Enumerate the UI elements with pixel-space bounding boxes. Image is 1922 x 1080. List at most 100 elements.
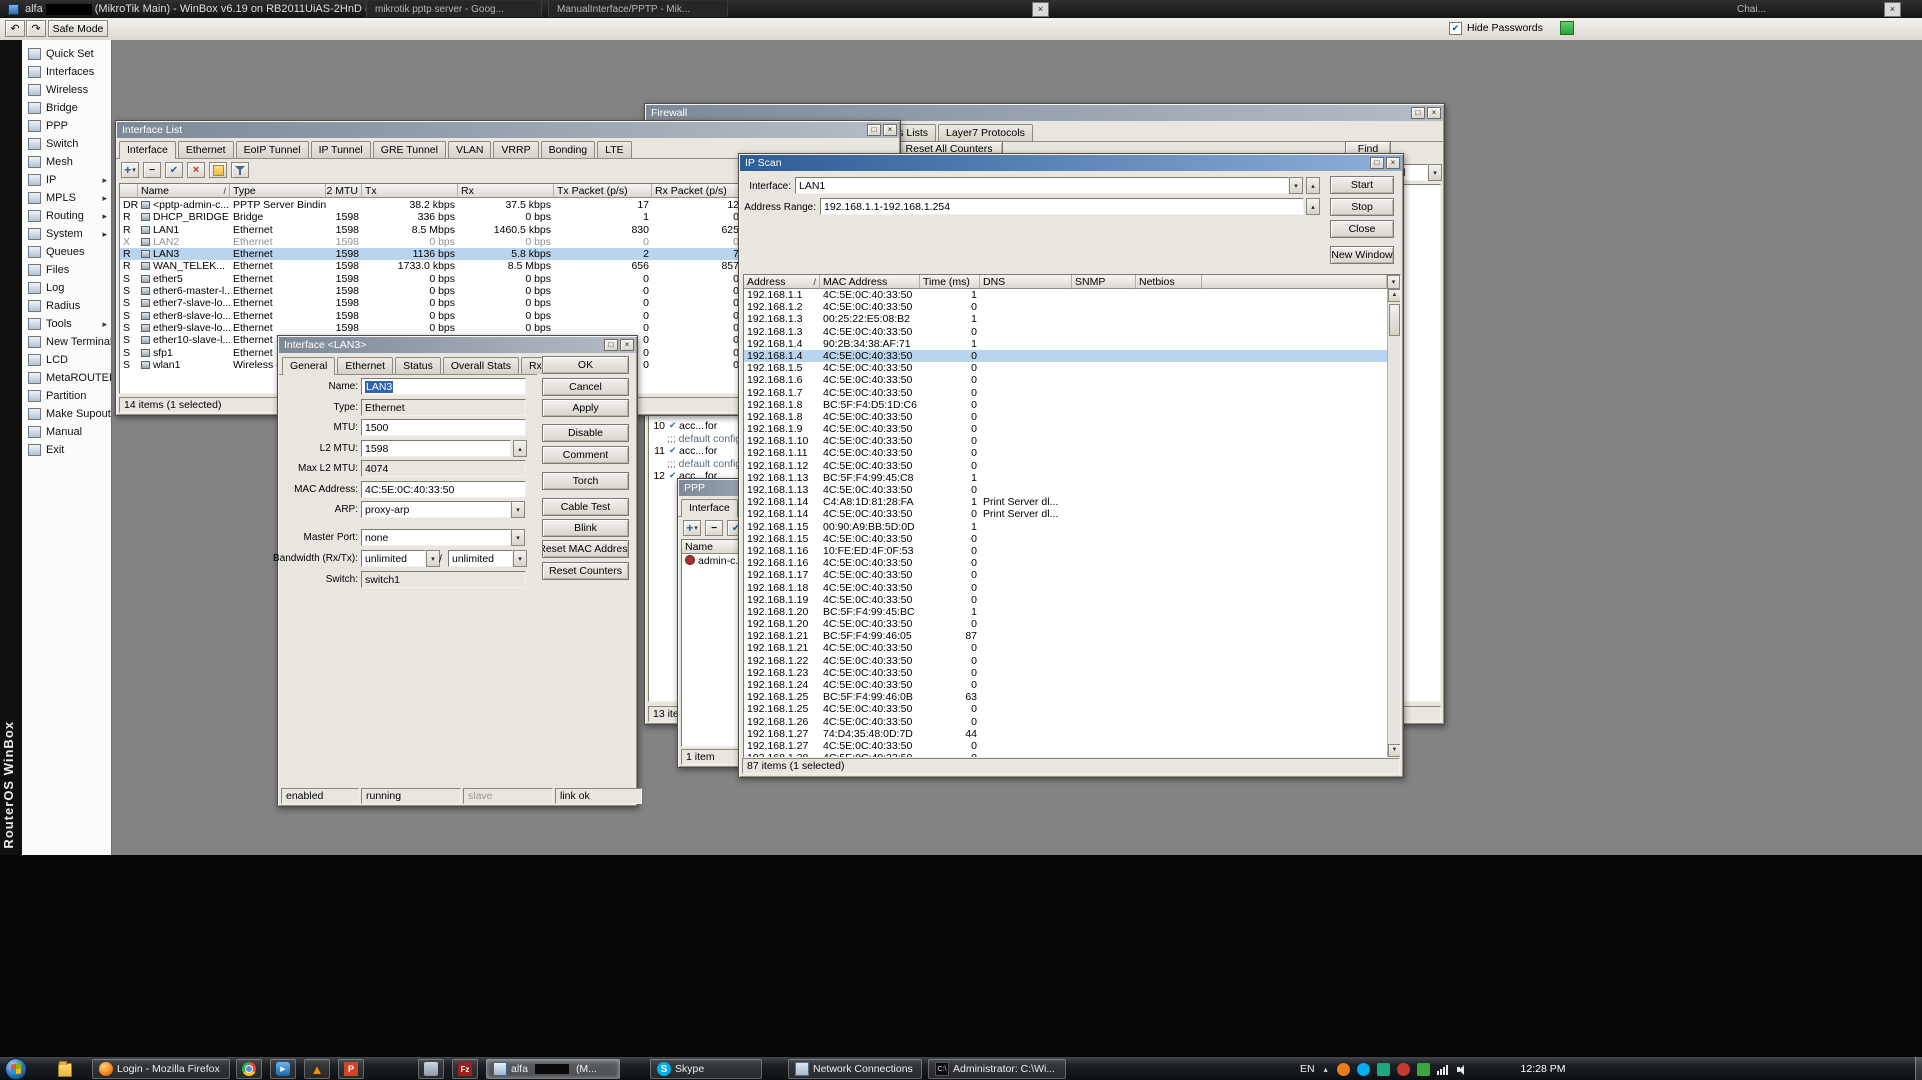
ip-scan-titlebar[interactable]: IP Scan □ ×: [740, 155, 1402, 171]
taskbar-button-office[interactable]: [338, 1059, 364, 1079]
scan-row[interactable]: 192.168.1.264C:5E:0C:40:33:500: [744, 716, 1387, 728]
column-header-name[interactable]: Name/: [138, 184, 230, 198]
interface-list-tab-lte[interactable]: LTE: [597, 141, 631, 158]
close-button[interactable]: ×: [883, 124, 897, 136]
close-icon[interactable]: ×: [1884, 2, 1901, 17]
scan-row[interactable]: 192.168.1.204C:5E:0C:40:33:500: [744, 618, 1387, 630]
close-button[interactable]: ×: [1427, 107, 1441, 119]
close-button[interactable]: Close: [1330, 220, 1394, 238]
scan-row[interactable]: 192.168.1.154C:5E:0C:40:33:500: [744, 533, 1387, 545]
scan-row[interactable]: 192.168.1.14C4:A8:1D:81:28:FA1Print Serv…: [744, 496, 1387, 508]
sidebar-item-log[interactable]: Log: [22, 279, 111, 297]
comment-button[interactable]: [209, 162, 227, 178]
show-desktop-button[interactable]: [1915, 1057, 1922, 1080]
column-header-tx[interactable]: Tx: [362, 184, 458, 198]
language-indicator[interactable]: EN: [1300, 1063, 1315, 1075]
taskbar-button-winbox[interactable]: alfa (M...: [486, 1059, 620, 1079]
bandwidth-rx-tx-field[interactable]: unlimited: [361, 550, 426, 567]
scan-row[interactable]: 192.168.1.194C:5E:0C:40:33:500: [744, 594, 1387, 606]
interface-list-tab-ip-tunnel[interactable]: IP Tunnel: [311, 141, 371, 158]
interface-dialog-tab-general[interactable]: General: [282, 357, 335, 375]
sidebar-item-interfaces[interactable]: Interfaces: [22, 63, 111, 81]
ok-button[interactable]: OK: [542, 356, 629, 374]
scan-row[interactable]: 192.168.1.114C:5E:0C:40:33:500: [744, 447, 1387, 459]
scan-row[interactable]: 192.168.1.1610:FE:ED:4F:0F:530: [744, 545, 1387, 557]
disable-button[interactable]: Disable: [542, 424, 629, 442]
column-header-time-ms[interactable]: Time (ms): [920, 275, 980, 289]
scan-row[interactable]: 192.168.1.44C:5E:0C:40:33:500: [744, 350, 1387, 362]
tab-close-icon[interactable]: ×: [1032, 2, 1049, 17]
bandwidth-rx-tx-field[interactable]: unlimited: [448, 550, 513, 567]
close-button[interactable]: ×: [620, 339, 634, 351]
interface-dialog-tab-status[interactable]: Status: [395, 357, 441, 374]
scan-row[interactable]: 192.168.1.104C:5E:0C:40:33:500: [744, 435, 1387, 447]
sidebar-item-switch[interactable]: Switch: [22, 135, 111, 153]
taskbar-button-chrome[interactable]: [236, 1059, 262, 1079]
disable-button[interactable]: ×: [187, 162, 205, 178]
stop-button[interactable]: Stop: [1330, 198, 1394, 216]
reset-counters-button[interactable]: Reset Counters: [542, 562, 629, 580]
interface-list-titlebar[interactable]: Interface List □ ×: [117, 122, 899, 138]
sidebar-item-mesh[interactable]: Mesh: [22, 153, 111, 171]
interface-list-tab-gre-tunnel[interactable]: GRE Tunnel: [373, 141, 446, 158]
scan-row[interactable]: 192.168.1.20BC:5F:F4:99:45:BC1: [744, 606, 1387, 618]
scan-row[interactable]: 192.168.1.284C:5E:0C:40:33:500: [744, 752, 1387, 757]
firewall-titlebar[interactable]: Firewall □ ×: [646, 105, 1443, 121]
column-header-rx-packet-p-s[interactable]: Rx Packet (p/s): [652, 184, 742, 198]
column-header-address[interactable]: Address/: [744, 275, 820, 289]
scan-row[interactable]: 192.168.1.14C:5E:0C:40:33:501: [744, 289, 1387, 301]
scan-row[interactable]: 192.168.1.274C:5E:0C:40:33:500: [744, 740, 1387, 752]
scrollbar-thumb[interactable]: [1389, 304, 1400, 336]
tray-icon-2[interactable]: [1377, 1063, 1390, 1076]
add-button[interactable]: +▾: [683, 520, 701, 536]
scan-row[interactable]: 192.168.1.94C:5E:0C:40:33:500: [744, 423, 1387, 435]
enable-button[interactable]: ✔: [165, 162, 183, 178]
maximize-button[interactable]: □: [604, 339, 618, 351]
scroll-up-button[interactable]: ▲: [1388, 289, 1401, 302]
sidebar-item-tools[interactable]: Tools▸: [22, 315, 111, 333]
bandwidth-rx-tx-dropdown-button[interactable]: ▾: [513, 550, 527, 567]
scan-row[interactable]: 192.168.1.25BC:5F:F4:99:46:0B63: [744, 691, 1387, 703]
address-range-collapse-button[interactable]: ▴: [1306, 198, 1320, 215]
sidebar-item-system[interactable]: System▸: [22, 225, 111, 243]
interface-collapse-button[interactable]: ▴: [1306, 177, 1320, 194]
tray-icon-1[interactable]: [1337, 1063, 1350, 1076]
taskbar-button-firefox[interactable]: Login - Mozilla Firefox: [92, 1059, 230, 1079]
scan-row[interactable]: 192.168.1.54C:5E:0C:40:33:500: [744, 362, 1387, 374]
maximize-button[interactable]: □: [867, 124, 881, 136]
hide-passwords-checkbox[interactable]: ✔: [1449, 22, 1462, 35]
maximize-button[interactable]: □: [1411, 107, 1425, 119]
remove-button[interactable]: −: [143, 162, 161, 178]
apply-button[interactable]: Apply: [542, 399, 629, 417]
scan-row[interactable]: 192.168.1.144C:5E:0C:40:33:500Print Serv…: [744, 508, 1387, 520]
add-button[interactable]: +▾: [121, 162, 139, 178]
filter-dropdown-button[interactable]: ▾: [1387, 275, 1400, 289]
sidebar-item-wireless[interactable]: Wireless: [22, 81, 111, 99]
comment-button[interactable]: Comment: [542, 446, 629, 464]
scan-row[interactable]: 192.168.1.21BC:5F:F4:99:46:0587: [744, 630, 1387, 642]
close-button[interactable]: ×: [1386, 157, 1400, 169]
scan-row[interactable]: 192.168.1.214C:5E:0C:40:33:500: [744, 642, 1387, 654]
filter-button[interactable]: [231, 162, 249, 178]
master-port-field[interactable]: none: [361, 529, 511, 546]
sidebar-item-quick-set[interactable]: Quick Set: [22, 45, 111, 63]
background-tab-1[interactable]: mikrotik pptp server - Goog...: [366, 1, 542, 17]
taskbar-button-vlc[interactable]: [304, 1059, 330, 1079]
reset-mac-address-button[interactable]: Reset MAC Address: [542, 540, 629, 558]
dialog-titlebar[interactable]: Interface <LAN3> □ ×: [279, 337, 636, 353]
scan-row[interactable]: 192.168.1.8BC:5F:F4:D5:1D:C60: [744, 399, 1387, 411]
sidebar-item-manual[interactable]: Manual: [22, 423, 111, 441]
interface-list-tab-vrrp[interactable]: VRRP: [493, 141, 538, 158]
sidebar-item-ppp[interactable]: PPP: [22, 117, 111, 135]
l2-mtu-field[interactable]: 1598: [361, 440, 511, 457]
column-header-l2-mtu[interactable]: L2 MTU: [326, 184, 362, 198]
scroll-down-button[interactable]: ▼: [1388, 744, 1401, 757]
scan-row[interactable]: 192.168.1.224C:5E:0C:40:33:500: [744, 655, 1387, 667]
background-tab-2[interactable]: ManualInterface/PPTP - Mik...: [548, 1, 728, 17]
scan-row[interactable]: 192.168.1.34C:5E:0C:40:33:500: [744, 326, 1387, 338]
undo-button[interactable]: ↶: [5, 20, 25, 37]
scan-row[interactable]: 192.168.1.184C:5E:0C:40:33:500: [744, 582, 1387, 594]
scan-row[interactable]: 192.168.1.234C:5E:0C:40:33:500: [744, 667, 1387, 679]
ppp-tab-interface[interactable]: Interface: [681, 499, 738, 517]
hidden-icons-button[interactable]: [1322, 1063, 1330, 1076]
